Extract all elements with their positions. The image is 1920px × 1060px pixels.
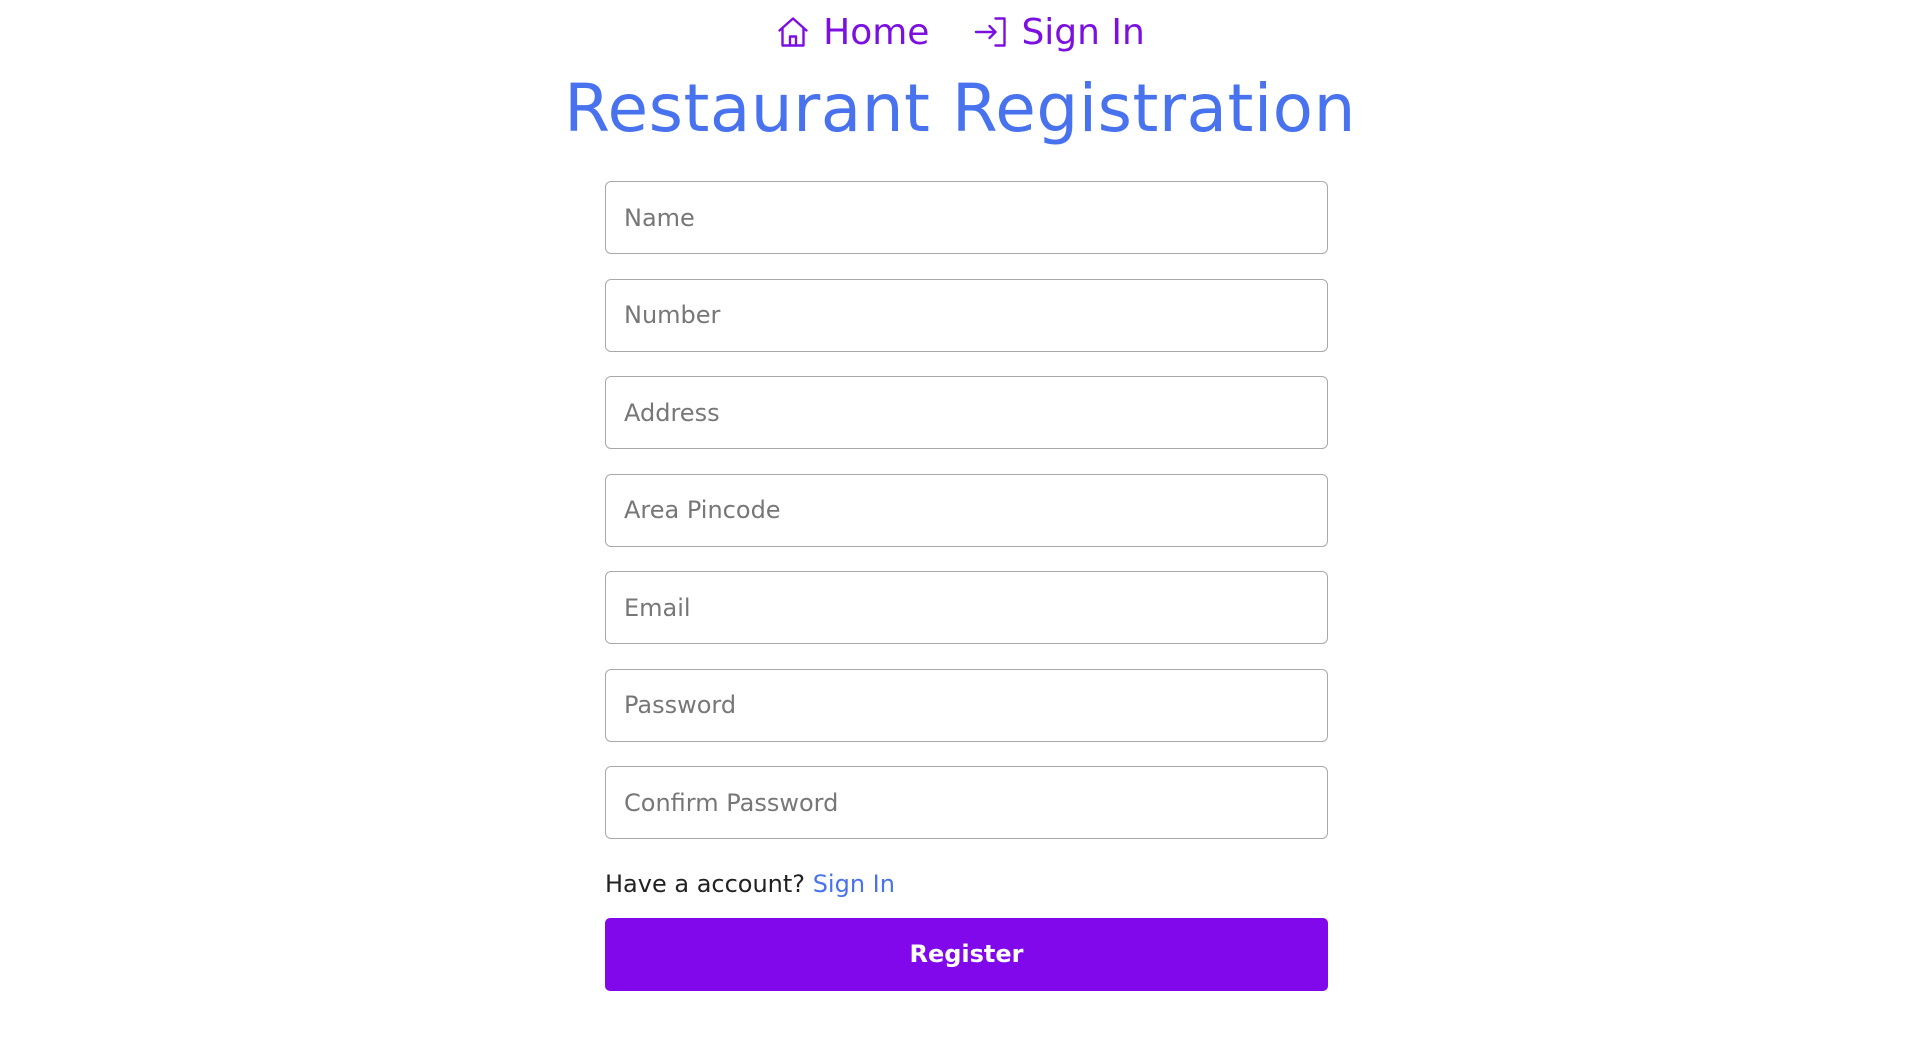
page-title: Restaurant Registration (564, 70, 1356, 147)
password-input[interactable] (605, 668, 1328, 742)
registration-form: Have a account? Sign In Register (605, 181, 1328, 991)
nav-signin-label: Sign In (1021, 11, 1145, 53)
confirm-password-input[interactable] (605, 766, 1328, 839)
nav-signin-link[interactable]: Sign In (973, 11, 1145, 53)
top-nav: Home Sign In (0, 8, 1920, 56)
nav-home-label: Home (823, 11, 930, 53)
name-input[interactable] (605, 181, 1328, 254)
sign-in-icon (973, 14, 1009, 50)
home-icon (775, 14, 811, 50)
nav-home-link[interactable]: Home (775, 12, 929, 53)
register-button[interactable]: Register (605, 917, 1328, 991)
email-input[interactable] (605, 571, 1328, 644)
have-account-text: Have a account? (605, 869, 806, 898)
address-input[interactable] (605, 376, 1328, 449)
area-pincode-input[interactable] (605, 473, 1328, 547)
number-input[interactable] (605, 278, 1328, 352)
have-account-line: Have a account? Sign In (605, 864, 1328, 904)
signin-link[interactable]: Sign In (813, 870, 895, 898)
registration-page: Home Sign In Restaurant Registration Hav… (0, 0, 1920, 1060)
